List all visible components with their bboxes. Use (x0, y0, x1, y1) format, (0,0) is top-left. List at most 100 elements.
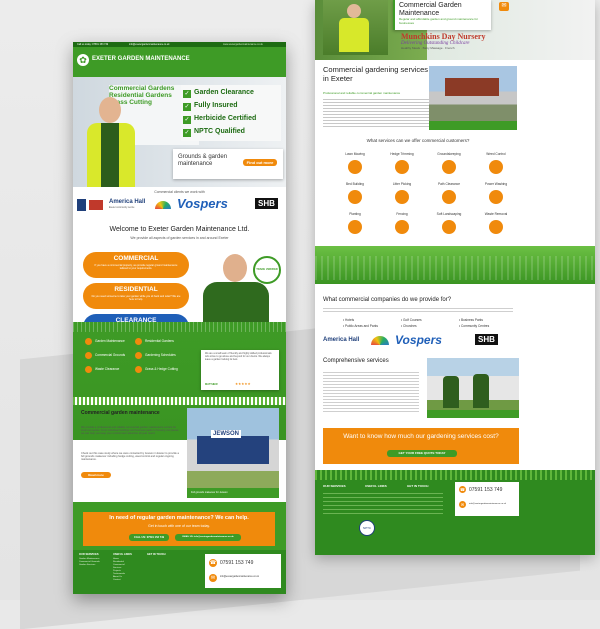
front-cta: In need of regular garden maintenance? W… (83, 512, 275, 546)
provide-item: • Public Areas and Parks (343, 324, 378, 328)
service-icon (85, 338, 92, 345)
quote-author: MATTHEW (205, 383, 218, 386)
footer-col-links: USEFUL LINKS (113, 553, 132, 556)
back-mail-icon[interactable]: ✉ (499, 2, 509, 11)
footer-phone[interactable]: 07591 153 749 (220, 560, 253, 566)
service-item[interactable]: Commercial Grounds (85, 352, 135, 360)
service-label: Gardening Schedules (145, 353, 176, 357)
welcome-pill-residential[interactable]: RESIDENTIAL Do you need someone to take y… (83, 283, 189, 309)
back-service-item[interactable]: Power Washing (474, 182, 518, 210)
footer-link[interactable]: Contact (113, 579, 145, 582)
back-service-label: Soft Landscaping (436, 212, 462, 216)
nursery-footer: Healthy Meals · Baby Massage · French (401, 46, 455, 50)
jewson-caption: Full grounds makeover for Jewson (187, 488, 279, 498)
front-logo-strip: America Hall Exeter community centre Vos… (77, 196, 282, 216)
quote-card: We are a small team of friendly and high… (201, 350, 279, 390)
back-service-item[interactable]: Weed Control (474, 152, 518, 180)
brand-leaf-icon: ✿ (77, 54, 89, 66)
footer-col-contact: GET IN TOUCH (147, 553, 166, 556)
back-logo-america-hall: America Hall (323, 337, 360, 343)
back-service-icon (489, 160, 503, 174)
back-service-icon (348, 160, 362, 174)
back-hero-title: Commercial Garden Maintenance (399, 2, 462, 17)
hero-card: Grounds & garden maintenance Find out mo… (173, 149, 283, 179)
topbar-phone[interactable]: Call us today: 07591 153 749 (77, 43, 108, 46)
clients-heading: Commercial clients we work with (154, 190, 205, 194)
hero-checklist: ✓ Garden Clearance ✓ Fully Insured ✓ Herbicid… (181, 85, 281, 141)
back-footer-phone[interactable]: 07591 153 749 (469, 487, 502, 493)
service-item[interactable]: Waste Clearance (85, 366, 135, 374)
back-service-icon (442, 220, 456, 234)
brand-name[interactable]: EXETER GARDEN MAINTENANCE (92, 56, 190, 62)
hero-check-label: Herbicide Certified (194, 115, 257, 122)
welcome-pill-commercial[interactable]: COMMERCIAL If you have a commercial prope… (83, 252, 189, 278)
back-service-icon (348, 190, 362, 204)
service-item[interactable]: Grass & Hedge Cutting (135, 366, 185, 374)
back-service-label: Waste Removal (484, 212, 508, 216)
check-icon: ✓ (183, 129, 191, 137)
back-service-icon (489, 220, 503, 234)
service-label: Waste Clearance (95, 367, 120, 371)
cta-email-button[interactable]: EMAIL US: info@exetergardenmaintenance.c… (175, 534, 241, 541)
check-icon: ✓ (183, 103, 191, 111)
back-service-item[interactable]: Waste Removal (474, 212, 518, 240)
service-item[interactable]: Gardening Schedules (135, 352, 185, 360)
service-item[interactable]: Garden Maintenance (85, 338, 135, 346)
logo-shb: SHB (255, 198, 278, 209)
hero-check-label: NPTC Qualified (194, 128, 245, 135)
back-service-icon (395, 220, 409, 234)
commercial-read-more-button[interactable]: Read more (81, 472, 111, 478)
grass-edge (73, 397, 286, 405)
back-service-item[interactable]: Planting (333, 212, 377, 240)
back-footer-lines (323, 490, 443, 516)
service-label: Commercial Grounds (95, 353, 126, 357)
welcome-pill-text: If you have a commercial property, we pr… (94, 264, 178, 270)
welcome-subtitle: We provide all aspects of garden service… (130, 236, 229, 240)
provide-item: • Golf Courses (401, 318, 422, 322)
front-cta-subtitle: Get in touch with one of our team today. (148, 524, 210, 528)
back-footer-email[interactable]: info@exetergardenmaintenance.co.uk (469, 503, 506, 505)
footer-email[interactable]: info@exetergardenmaintenance.co.uk (220, 576, 259, 578)
footer-contact-card: ☎ 07591 153 749 ✉ info@exetergardenmaint… (205, 554, 281, 588)
commercial-title: Commercial garden maintenance (81, 410, 160, 416)
back-service-label: Fencing (396, 212, 408, 216)
front-cta-title: In need of regular garden maintenance? W… (109, 515, 249, 521)
back-service-item[interactable]: Bed Building (333, 182, 377, 210)
front-footer: OUR SERVICES USEFUL LINKS GET IN TOUCH G… (73, 550, 286, 594)
back-service-item[interactable]: Fencing (380, 212, 424, 240)
back-service-item[interactable]: Litter Picking (380, 182, 424, 210)
back-footer-mail-icon: ✉ (459, 501, 466, 508)
back-service-icon (395, 160, 409, 174)
back-service-label: Lawn Mowing (345, 152, 365, 156)
back-service-item[interactable]: Hedge Trimming (380, 152, 424, 180)
back-grass-band (315, 246, 595, 284)
back-service-item[interactable]: Soft Landscaping (427, 212, 471, 240)
service-item[interactable]: Residential Gardens (135, 338, 185, 346)
footer-service-link[interactable]: Garden Services (79, 564, 111, 567)
back-footer-col-contact: GET IN TOUCH (407, 484, 429, 488)
cta-call-button[interactable]: CALL US: 07591 153 749 (129, 534, 169, 541)
front-page: Call us today: 07591 153 749 info@exeter… (73, 42, 286, 594)
back-logo-strip: America Hall Vospers SHB (323, 333, 518, 350)
service-label: Garden Maintenance (95, 339, 125, 343)
back-service-label: Bed Building (346, 182, 364, 186)
hero-card-title: Grounds & garden maintenance (178, 154, 228, 167)
logo-vospers: Vospers (177, 196, 228, 211)
check-icon: ✓ (183, 90, 191, 98)
logo-america-hall: America Hall (109, 199, 146, 205)
back-service-item[interactable]: Lawn Mowing (333, 152, 377, 180)
service-icon (135, 366, 142, 373)
hero-find-out-more-button[interactable]: Find out more (243, 159, 277, 166)
nursery-name: Munchkins Day Nursery (401, 32, 486, 41)
back-intro-subtitle: Professional and reliable commercial gar… (323, 91, 401, 95)
back-footer: OUR SERVICES USEFUL LINKS GET IN TOUCH ☎… (315, 470, 595, 555)
topbar-email[interactable]: info@exetergardenmaintenance.co.uk (129, 43, 169, 46)
back-service-item[interactable]: Groundskeeping (427, 152, 471, 180)
back-hero-subtitle: Regular and affordable garden and ground… (399, 17, 479, 25)
back-hero: Commercial Garden Maintenance Regular an… (315, 0, 595, 60)
back-cta-button[interactable]: GET YOUR FREE QUOTE TODAY (387, 450, 457, 457)
back-service-item[interactable]: Path Clearance (427, 182, 471, 210)
back-service-label: Hedge Trimming (390, 152, 414, 156)
back-service-icon (442, 190, 456, 204)
back-service-label: Litter Picking (392, 182, 412, 186)
